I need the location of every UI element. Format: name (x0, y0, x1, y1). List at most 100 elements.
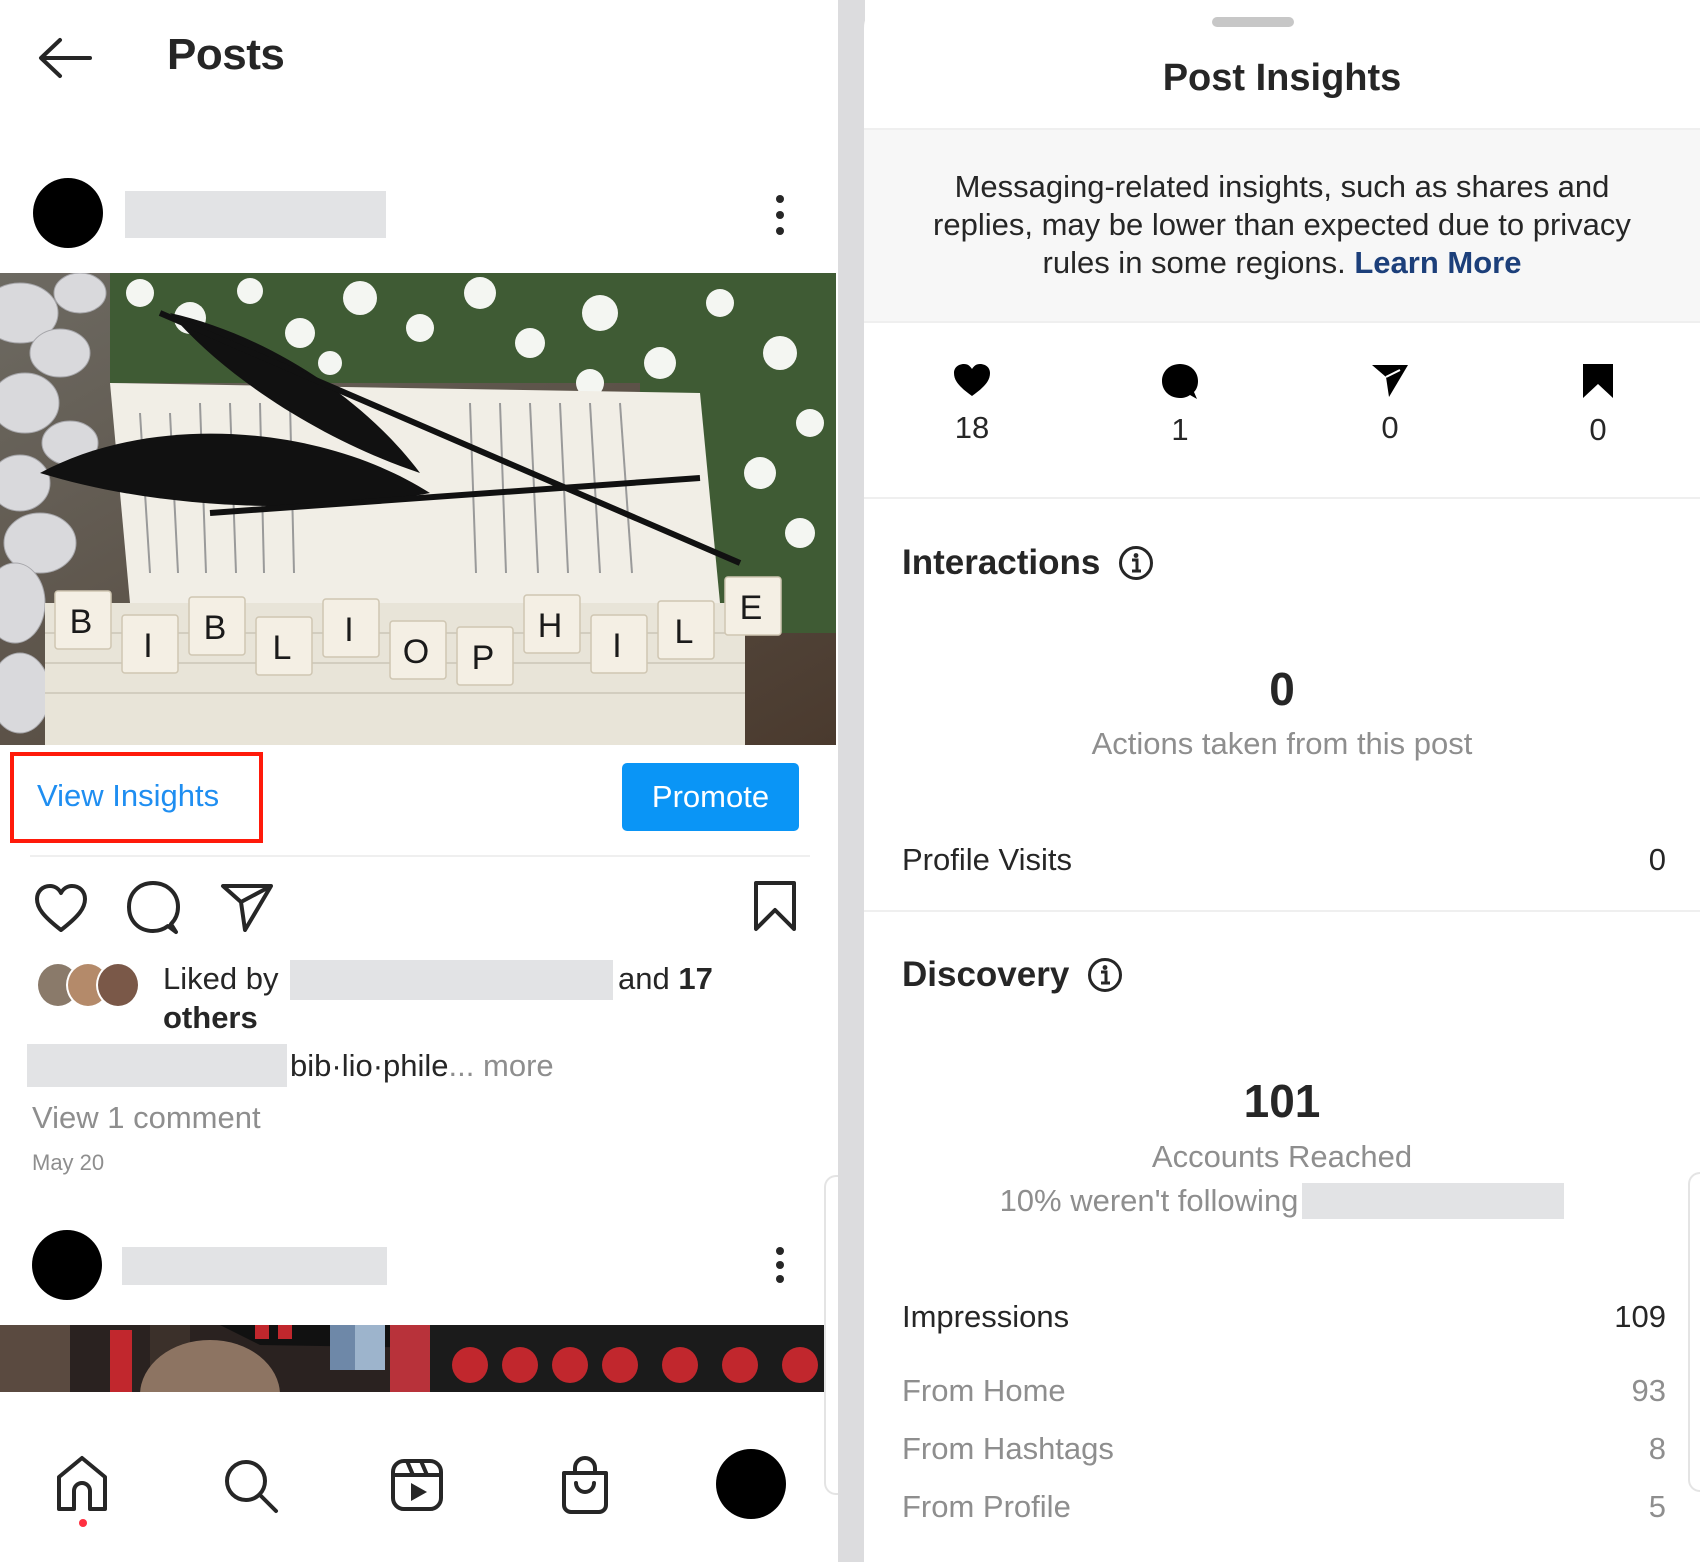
bookmark-icon (1583, 364, 1613, 398)
view-comments-link[interactable]: View 1 comment (32, 1100, 261, 1136)
scrabble-tile: P (456, 626, 514, 686)
view-insights-link[interactable]: View Insights (37, 778, 219, 814)
post-author-avatar[interactable] (32, 1230, 102, 1300)
scrabble-tile: B (188, 596, 246, 656)
share-outline-icon[interactable] (219, 882, 275, 932)
heart-outline-icon[interactable] (33, 882, 89, 934)
accounts-reached-label: Accounts Reached (1151, 1139, 1413, 1174)
svg-text:L: L (675, 613, 694, 651)
liked-by-count[interactable]: and 17 (618, 961, 713, 997)
from-hashtags-label: From Hashtags (902, 1431, 1114, 1466)
home-icon[interactable] (55, 1455, 109, 1513)
scrabble-tile: I (590, 614, 648, 674)
saves-count: 0 (1589, 412, 1607, 447)
caption-author-redacted (27, 1044, 287, 1087)
svg-text:B: B (204, 609, 227, 647)
liker-name-redacted (290, 960, 613, 1000)
interactions-title: Interactions (902, 543, 1101, 582)
shares-count: 0 (1381, 410, 1399, 445)
shop-icon[interactable] (558, 1455, 612, 1515)
profile-avatar[interactable] (716, 1449, 786, 1519)
post-date: May 20 (32, 1150, 105, 1175)
scrabble-tile: L (255, 616, 313, 676)
from-profile-value: 5 (1648, 1489, 1666, 1524)
privacy-notice-body: Messaging-related insights, such as shar… (933, 169, 1631, 280)
svg-text:O: O (403, 633, 429, 671)
post-insights-sheet: Post Insights Messaging-related insights… (864, 0, 1700, 1562)
account-name-redacted (1302, 1183, 1565, 1219)
interactions-subtitle: Actions taken from this post (1091, 726, 1473, 761)
sheet-title: Post Insights (1162, 57, 1402, 99)
liker-avatar (96, 962, 140, 1008)
edge-panel-handle[interactable] (1688, 1172, 1700, 1492)
info-icon[interactable] (1118, 545, 1154, 581)
accounts-reached-value: 101 (1243, 1075, 1321, 1127)
divider (864, 910, 1700, 912)
scrabble-tile: H (523, 594, 581, 654)
arrow-left-icon[interactable] (36, 36, 92, 80)
stat-shares: 0 (1330, 362, 1450, 446)
from-home-value: 93 (1631, 1373, 1666, 1408)
sheet-drag-handle[interactable] (1212, 17, 1294, 27)
stat-saves: 0 (1538, 362, 1658, 448)
more-vertical-icon[interactable] (770, 1245, 790, 1285)
edge-panel-handle[interactable] (824, 1175, 838, 1495)
scrabble-tile: I (322, 598, 380, 658)
heart-icon (954, 364, 990, 396)
search-icon[interactable] (222, 1457, 280, 1515)
notification-dot (79, 1519, 87, 1527)
from-home-label: From Home (902, 1373, 1066, 1408)
stat-likes: 18 (912, 362, 1032, 446)
from-hashtags-value: 8 (1648, 1431, 1666, 1466)
non-followers-text: 10% weren't following (999, 1183, 1299, 1218)
liked-by-label: Liked by (163, 961, 279, 996)
discovery-title: Discovery (902, 955, 1070, 994)
privacy-notice-text: Messaging-related insights, such as shar… (924, 168, 1640, 282)
comment-icon (1162, 364, 1198, 399)
share-icon (1372, 365, 1408, 397)
post-photo-illustration (0, 1325, 836, 1392)
bookmark-outline-icon[interactable] (752, 880, 798, 932)
caption-more-link[interactable]: more (483, 1048, 554, 1083)
screens-divider (838, 0, 865, 1562)
impressions-label: Impressions (902, 1299, 1070, 1334)
post-author-avatar[interactable] (33, 178, 103, 248)
caption-ellipsis: ... (448, 1048, 475, 1083)
interactions-total: 0 (1269, 663, 1295, 715)
liked-by-count-value: 17 (678, 961, 713, 996)
post-author-name-redacted (122, 1247, 387, 1285)
reels-icon[interactable] (390, 1457, 444, 1513)
scrabble-tile: L (657, 600, 715, 660)
learn-more-link[interactable]: Learn More (1354, 245, 1521, 280)
post-photo[interactable]: B I B L I O P H I L E (0, 273, 836, 745)
divider (864, 497, 1700, 499)
page-title: Posts (167, 30, 285, 79)
svg-text:E: E (740, 589, 763, 627)
svg-text:I: I (612, 627, 621, 665)
svg-text:H: H (538, 607, 563, 645)
promote-button[interactable]: Promote (622, 763, 799, 831)
svg-text:L: L (273, 629, 292, 667)
post-photo[interactable] (0, 1325, 836, 1392)
divider (30, 855, 810, 857)
scrabble-tile: O (389, 620, 447, 680)
from-profile-label: From Profile (902, 1489, 1071, 1524)
profile-visits-value: 0 (1648, 842, 1666, 877)
svg-text:I: I (143, 627, 152, 665)
liked-by-others[interactable]: others (163, 1000, 258, 1036)
privacy-notice-banner: Messaging-related insights, such as shar… (864, 128, 1700, 323)
profile-visits-label: Profile Visits (902, 842, 1072, 877)
liker-avatars[interactable] (36, 962, 146, 1010)
discovery-header: Discovery (902, 955, 1123, 995)
post-photo-illustration: B I B L I O P H I L E (0, 273, 836, 745)
comment-outline-icon[interactable] (126, 880, 180, 936)
svg-text:I: I (344, 611, 353, 649)
posts-screen: Posts B I B L I O P H I L E View Insight… (0, 0, 838, 1562)
scrabble-tile: B (54, 590, 112, 650)
scrabble-tile: E (724, 576, 782, 636)
more-vertical-icon[interactable] (770, 192, 790, 238)
info-icon[interactable] (1087, 957, 1123, 993)
liked-by-and: and (618, 961, 670, 996)
interactions-header: Interactions (902, 543, 1154, 583)
likes-count: 18 (954, 410, 990, 445)
